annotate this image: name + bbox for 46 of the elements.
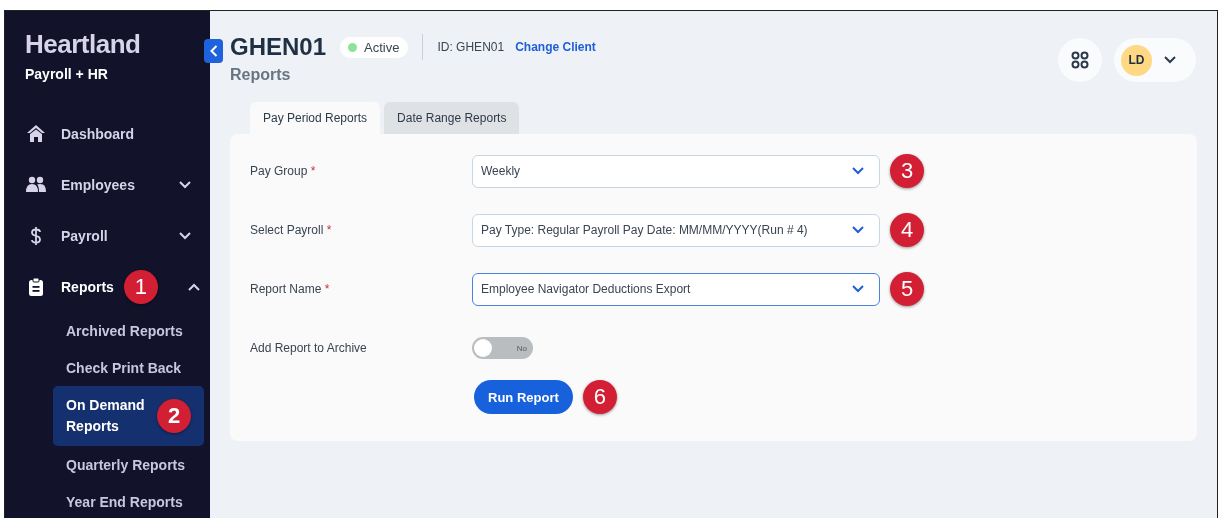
nav-item[interactable]: Dashboard [5,108,210,159]
nav-item[interactable]: Payroll [5,210,210,261]
step-badge: 3 [890,154,924,188]
step-badge: 5 [890,272,924,306]
collapse-button[interactable] [204,39,223,63]
step-badge: 4 [890,213,924,247]
clipboard-icon [26,276,46,297]
chevron-down-icon [852,167,864,175]
chevron-down-icon [1164,56,1176,64]
people-icon [26,174,46,195]
change-client-link[interactable]: Change Client [515,40,596,54]
client-title: GHEN01 [230,33,327,61]
tab[interactable]: Date Range Reports [384,102,520,134]
submenu-item[interactable]: Archived Reports [53,312,204,349]
submenu-item[interactable]: Quarterly Reports [53,446,204,483]
submenu-item[interactable]: Check Print Back [53,349,204,386]
chevron-down-icon [852,226,864,234]
status-badge: Active [340,36,409,58]
chevron-down-icon [852,285,864,293]
client-id: ID: GHEN01 [437,40,505,54]
dropdown[interactable]: Employee Navigator Deductions Export [472,272,880,306]
step-badge: 6 [582,380,617,414]
brand-logo: Heartland [24,29,142,60]
step-badge: 1 [123,269,158,304]
field-label: Add Report to Archive [250,341,368,355]
grid-icon [1071,51,1089,69]
field-label: Pay Group * [250,164,317,178]
home-icon [26,123,46,144]
submenu-item[interactable]: Year End Reports [53,483,204,518]
field-label: Select Payroll * [250,223,333,237]
page-subtitle: Reports [230,66,292,84]
dropdown[interactable]: Pay Type: Regular Payroll Pay Date: MM/MM/YYYY(Run # 4) [472,213,880,247]
user-avatar: LD [1121,44,1152,76]
submenu-item[interactable]: On Demand Reports 2 [53,386,204,446]
dropdown[interactable]: Weekly [472,154,880,188]
tab[interactable]: Pay Period Reports [250,102,381,134]
apps-button[interactable] [1058,38,1102,82]
nav-item[interactable]: Reports 1 [5,261,210,312]
chevron-left-icon [209,45,218,57]
field-label: Report Name * [250,282,331,296]
nav-item[interactable]: Employees [5,159,210,210]
user-menu-button[interactable]: LD [1114,38,1196,82]
run-report-button[interactable]: Run Report [474,380,573,414]
step-badge: 2 [157,399,191,433]
toggle-switch[interactable]: No [472,337,533,359]
brand-subtitle: Payroll + HR [24,65,109,82]
